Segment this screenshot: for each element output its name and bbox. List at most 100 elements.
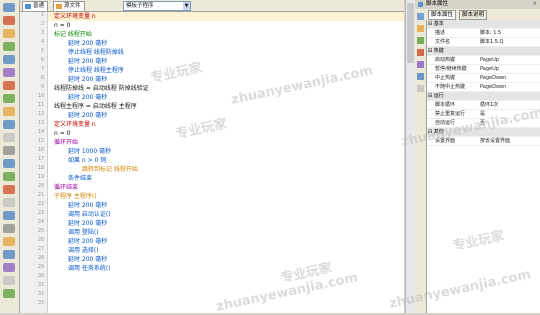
code-line[interactable]: 条件结束 xyxy=(68,174,92,183)
property-value[interactable]: PageDown xyxy=(480,74,506,82)
source-file-icon xyxy=(56,4,62,9)
debug-icon[interactable] xyxy=(3,211,15,220)
check-icon[interactable] xyxy=(3,94,15,103)
tab-script-description-label: 脚本说明 xyxy=(462,12,485,18)
code-line[interactable]: 如果 n > 0 则 xyxy=(68,156,106,165)
line-number: 29 xyxy=(37,264,44,270)
code-line[interactable]: 延时 200 毫秒 xyxy=(68,219,107,228)
property-row[interactable]: 不随中止热键 PageDown xyxy=(427,83,540,92)
stop-icon[interactable] xyxy=(3,81,15,90)
code-line[interactable]: 延时 200 毫秒 xyxy=(68,237,107,246)
find-icon[interactable] xyxy=(3,185,15,194)
code-line[interactable]: 循环结束 xyxy=(54,183,78,192)
code-line[interactable]: 跳转到标记 线程开始 xyxy=(82,165,138,174)
panel-tool-icon[interactable] xyxy=(417,25,424,32)
folder-icon[interactable] xyxy=(3,29,15,38)
chevron-down-icon[interactable]: ▼ xyxy=(183,2,190,10)
code-editor[interactable]: 定义环境变量 nn = 0 标记 线程开始 延时 200 毫秒 停止线程 线程防掉线延… xyxy=(48,12,404,313)
editor-scrollbar[interactable] xyxy=(405,0,415,313)
property-row[interactable]: 中止热键 PageDown xyxy=(427,74,540,83)
property-category[interactable]: ⊟ 运行 xyxy=(427,92,540,101)
property-category-label: ⊟ 基本 xyxy=(428,21,444,27)
code-line[interactable]: 调用 启动认证() xyxy=(68,210,111,219)
property-value[interactable]: 循环1次 xyxy=(480,101,498,109)
property-value[interactable]: 按省设置界面 xyxy=(480,137,510,145)
code-line[interactable]: 线程主程序 = 启动线程 主程序 xyxy=(54,102,137,111)
scrollbar-thumb[interactable] xyxy=(407,3,414,63)
line-number: 19 xyxy=(37,174,44,180)
property-value[interactable]: 脚本: 1.5 xyxy=(480,29,501,37)
code-line[interactable]: 定义环境变量 n xyxy=(54,120,96,129)
code-line[interactable]: 循环开始 xyxy=(54,138,78,147)
line-number: 10 xyxy=(37,93,44,99)
code-line[interactable]: 延时 200 毫秒 xyxy=(68,255,107,264)
code-line[interactable]: 停止线程 线程主程序 xyxy=(68,66,124,75)
tab-script-description[interactable]: 脚本说明 xyxy=(459,10,488,20)
code-line[interactable]: 延时 200 毫秒 xyxy=(68,39,107,48)
paste-icon[interactable] xyxy=(3,146,15,155)
panel-header: 脚本属性 × xyxy=(415,0,540,9)
code-line[interactable]: 延时 200 毫秒 xyxy=(68,201,107,210)
line-number: 30 xyxy=(37,273,44,279)
code-line[interactable]: 延时 200 毫秒 xyxy=(68,111,107,120)
property-value[interactable]: 脚本1.5.Q xyxy=(480,38,503,46)
properties-panel: 脚本属性 × 脚本属性 脚本说明 ⊟ 基本描述 脚本: 1.5 文件名 脚本1.5.Q… xyxy=(415,0,540,313)
code-line[interactable]: 定义环境变量 n xyxy=(54,12,96,21)
delete-icon[interactable] xyxy=(3,16,15,25)
property-value[interactable]: PageUp xyxy=(480,56,499,64)
code-line[interactable]: 调用 登陆() xyxy=(68,228,99,237)
tab-source[interactable]: 源文件 xyxy=(53,1,85,11)
panel-tool-icon[interactable] xyxy=(417,73,424,80)
panel-tool-icon[interactable] xyxy=(417,61,424,68)
code-line[interactable]: 标记 线程开始 xyxy=(54,30,92,39)
code-line[interactable]: 线程防掉线 = 启动线程 防掉线验证 xyxy=(54,84,149,93)
star-icon[interactable] xyxy=(3,107,15,116)
property-row[interactable]: 暂停/继续热键 PageUp xyxy=(427,65,540,74)
tab-normal[interactable]: 普通 xyxy=(22,1,49,11)
record-icon[interactable] xyxy=(3,68,15,77)
code-line[interactable]: 子程序 主程序() xyxy=(54,192,97,201)
code-line[interactable]: 延时 1000 毫秒 xyxy=(68,147,111,156)
panel-tool-icon[interactable] xyxy=(417,13,424,20)
move-icon[interactable] xyxy=(3,55,15,64)
code-line[interactable]: 延时 200 毫秒 xyxy=(68,75,107,84)
property-value[interactable]: PageDown xyxy=(480,83,506,91)
replace-icon[interactable] xyxy=(3,198,15,207)
editor-tab-bar: 普通 源文件 模板子程序 ▼ xyxy=(20,0,404,12)
property-row[interactable]: 启动热键 PageUp xyxy=(427,56,540,65)
import-icon[interactable] xyxy=(3,263,15,272)
property-category[interactable]: ⊟ 热键 xyxy=(427,47,540,56)
redo-icon[interactable] xyxy=(3,172,15,181)
undo-icon[interactable] xyxy=(3,159,15,168)
bookmark-icon[interactable] xyxy=(3,237,15,246)
line-number: 2 xyxy=(40,21,44,27)
code-line[interactable]: 延时 200 毫秒 xyxy=(68,93,107,102)
property-row[interactable]: 文件名 脚本1.5.Q xyxy=(427,38,540,47)
copy-icon[interactable] xyxy=(3,133,15,142)
help-icon[interactable] xyxy=(3,289,15,298)
code-line[interactable]: n = 0 xyxy=(54,129,70,138)
tab-script-properties[interactable]: 脚本属性 xyxy=(428,10,457,20)
line-number: 4 xyxy=(40,39,44,45)
subroutine-select[interactable]: 模板子程序 ▼ xyxy=(123,1,191,11)
code-line[interactable]: 调用 选择() xyxy=(68,246,99,255)
code-line[interactable]: 延时 200 毫秒 xyxy=(68,57,107,66)
line-number: 11 xyxy=(37,102,44,108)
arrow-up-icon[interactable] xyxy=(3,3,15,12)
panel-tool-icon[interactable] xyxy=(417,49,424,56)
step-icon[interactable] xyxy=(3,224,15,233)
run-icon[interactable] xyxy=(3,42,15,51)
code-line[interactable]: 停止线程 线程防掉线 xyxy=(68,48,124,57)
cut-icon[interactable] xyxy=(3,120,15,129)
panel-tool-icon[interactable] xyxy=(417,85,424,92)
export-icon[interactable] xyxy=(3,250,15,259)
property-row[interactable]: 描述 脚本: 1.5 xyxy=(427,29,540,38)
property-category[interactable]: ⊟ 基本 xyxy=(427,20,540,29)
code-line[interactable]: n = 0 xyxy=(54,21,70,30)
panel-tool-icon[interactable] xyxy=(417,37,424,44)
property-value[interactable]: PageUp xyxy=(480,65,499,73)
close-icon[interactable]: × xyxy=(532,0,537,9)
property-key: 描述 xyxy=(435,30,446,36)
settings-icon[interactable] xyxy=(3,276,15,285)
code-line[interactable]: 调用 任务系统() xyxy=(68,264,111,273)
